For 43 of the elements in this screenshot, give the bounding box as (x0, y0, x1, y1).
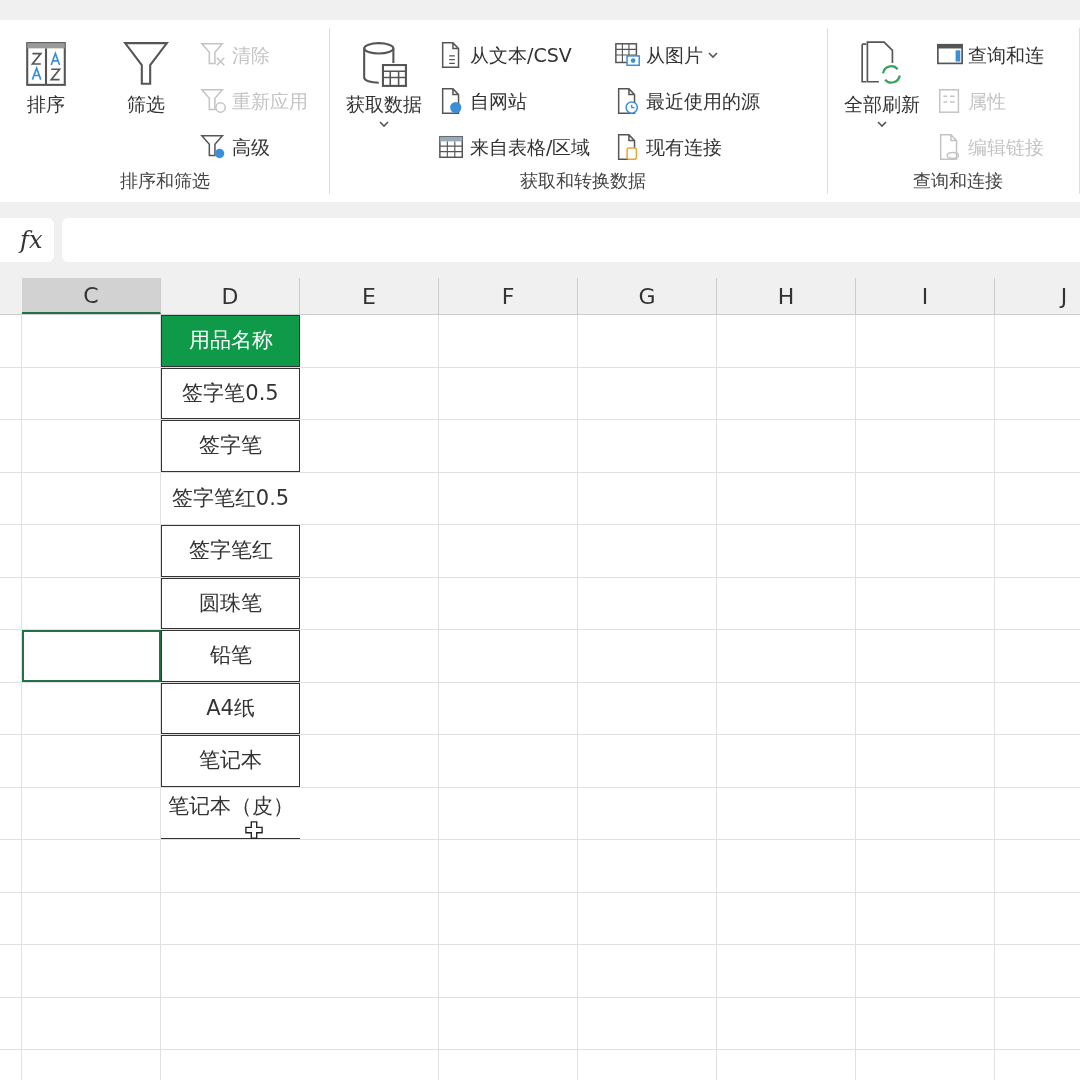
column-header[interactable]: F (439, 278, 578, 314)
ribbon-large-button[interactable]: 排序 (0, 28, 92, 175)
plus-cursor-icon (245, 820, 263, 839)
column-header[interactable]: C (22, 278, 161, 314)
column-header[interactable]: E (300, 278, 439, 314)
chevron-down-icon (707, 51, 720, 59)
column-header[interactable]: J (995, 278, 1080, 314)
fx-label: fx (0, 218, 55, 262)
chevron-down-icon (378, 120, 390, 128)
group-label: 获取和转换数据 (519, 169, 646, 193)
chevron-down-icon (876, 120, 888, 128)
filter-icon (200, 87, 228, 115)
filter-icon (122, 40, 170, 88)
filter-icon (200, 41, 228, 69)
cell-text: 签字笔0.5 (182, 379, 279, 407)
cell-text: 笔记本 (199, 747, 262, 774)
ribbon-button[interactable]: 来自表格/区域 (438, 124, 591, 170)
ribbon-button[interactable]: 高级 (200, 124, 308, 170)
ribbon-button[interactable]: 现有连接 (614, 124, 761, 170)
cell-text: 铅笔 (209, 642, 252, 669)
cell-text: 签字笔红 (188, 537, 273, 564)
cell-text: 用品名称 (188, 327, 273, 354)
ribbon-button[interactable]: 最近使用的源 (614, 78, 761, 124)
group-label: 查询和连接 (912, 169, 1003, 193)
ribbon-button[interactable]: 自网站 (438, 78, 591, 124)
column-header[interactable]: G (578, 278, 717, 314)
cell-text: A4纸 (206, 694, 255, 722)
cell-text: 签字笔红0.5 (171, 484, 290, 512)
database-icon (360, 40, 408, 88)
cell-text: 笔记本（皮） (167, 793, 294, 820)
column-header[interactable]: I (856, 278, 995, 314)
column-header[interactable]: H (717, 278, 856, 314)
table-camera-icon (614, 41, 643, 69)
column-header[interactable]: D (161, 278, 300, 314)
ribbon-large-button[interactable]: 获取数据 (338, 28, 430, 175)
table-icon (438, 133, 466, 161)
cell-text: 签字笔 (199, 432, 262, 459)
selected-cell[interactable] (22, 630, 161, 682)
group-label: 排序和筛选 (119, 169, 210, 193)
ribbon-button[interactable]: 查询和连 (936, 32, 1044, 78)
ribbon-button[interactable]: 从图片 (614, 32, 761, 78)
ribbon-button[interactable]: 从文本/CSV (438, 32, 591, 78)
cell-text: 圆珠笔 (199, 589, 262, 617)
